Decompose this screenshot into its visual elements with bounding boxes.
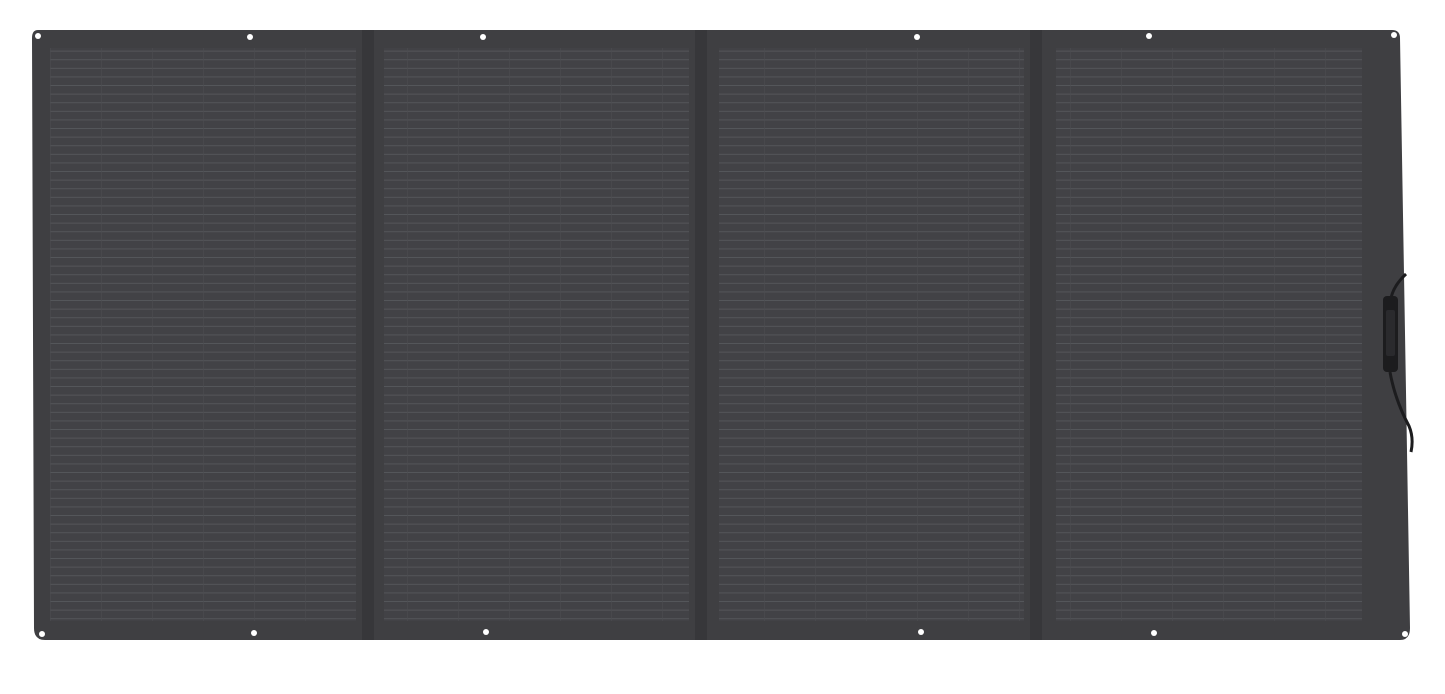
panel-2-grid — [384, 48, 689, 621]
panel-1-grid — [50, 48, 356, 621]
product-photo — [0, 0, 1445, 689]
panel-4-grid — [1056, 48, 1362, 621]
solar-panel-illustration — [32, 30, 1414, 640]
panel-3-grid — [719, 48, 1024, 621]
